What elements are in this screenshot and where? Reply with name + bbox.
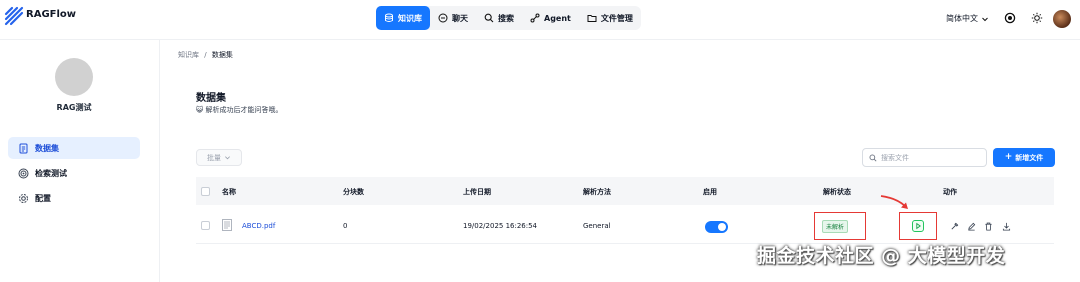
column-header-name[interactable]: 名称 [222, 187, 236, 197]
row-checkbox[interactable] [201, 221, 210, 230]
chunk-count: 0 [343, 222, 348, 230]
nav-label: 文件管理 [600, 13, 633, 23]
bulk-label: 批量 [207, 153, 221, 162]
add-file-label: 新增文件 [1015, 153, 1044, 162]
nav-chat[interactable]: 聊天 [430, 6, 476, 30]
user-avatar[interactable] [1053, 10, 1071, 28]
database-icon [385, 13, 393, 22]
column-header-enabled: 启用 [703, 188, 717, 196]
document-icon [19, 143, 28, 153]
settings-tool-icon[interactable] [950, 222, 959, 231]
top-navigation-bar: RAGFlow 知识库 聊天 搜索 Agent 文件管理 简体中文 [0, 0, 1080, 40]
nav-label: Agent [544, 13, 571, 23]
chat-icon [438, 13, 448, 23]
enabled-toggle[interactable] [705, 221, 728, 233]
ragflow-logo-icon [4, 6, 24, 26]
upload-date: 19/02/2025 16:26:54 [463, 222, 538, 230]
file-icon [222, 219, 232, 231]
language-label: 简体中文 [946, 14, 978, 23]
edit-pencil-icon[interactable] [967, 222, 976, 231]
gear-icon [19, 193, 28, 203]
download-icon[interactable] [1002, 222, 1011, 231]
github-icon[interactable] [1004, 12, 1016, 24]
annotation-arrow-icon [880, 195, 908, 209]
dataset-sidebar: RAG测试 [0, 40, 160, 282]
agent-icon [530, 13, 540, 23]
breadcrumb-separator: / [204, 51, 207, 59]
nav-file-management[interactable]: 文件管理 [579, 6, 641, 30]
sidebar-item-configuration[interactable]: 配置 [8, 187, 140, 209]
column-header-chunks[interactable]: 分块数 [343, 187, 364, 197]
nav-label: 搜索 [498, 13, 514, 23]
chevron-down-icon [982, 17, 988, 21]
app-name: RAGFlow [26, 9, 77, 20]
add-file-button[interactable]: + 新增文件 [993, 148, 1055, 167]
sidebar-item-retrieval-test[interactable]: 检索测试 [8, 162, 140, 184]
page-description: 😺 解析成功后才能问答哦。 [196, 106, 283, 114]
parse-status-badge: 未解析 [822, 220, 849, 233]
page-title: 数据集 [196, 93, 226, 104]
breadcrumb-root[interactable]: 知识库 [178, 51, 199, 59]
nav-label: 聊天 [452, 13, 468, 23]
nav-agent[interactable]: Agent [522, 6, 579, 30]
file-name-link[interactable]: ABCD.pdf [242, 222, 275, 230]
select-all-checkbox[interactable] [201, 187, 210, 196]
column-header-parse-method: 解析方法 [583, 188, 611, 196]
play-icon [916, 222, 921, 230]
file-search-box [862, 148, 987, 167]
search-icon [484, 13, 494, 23]
bulk-action-dropdown[interactable]: 批量 [196, 149, 242, 166]
nav-label: 知识库 [398, 13, 422, 23]
target-icon [18, 168, 29, 178]
main-nav: 知识库 聊天 搜索 Agent 文件管理 [376, 6, 641, 30]
sidebar-item-label: 配置 [35, 193, 51, 203]
breadcrumb: 知识库 / 数据集 [178, 50, 233, 60]
table-header [196, 177, 1054, 205]
nav-search[interactable]: 搜索 [476, 6, 522, 30]
sidebar-item-label: 检索测试 [35, 168, 67, 178]
language-selector[interactable]: 简体中文 [946, 13, 989, 24]
sun-theme-icon[interactable] [1031, 12, 1043, 24]
dataset-name: RAG测试 [56, 103, 92, 112]
trash-icon[interactable] [984, 222, 993, 231]
column-header-upload-date[interactable]: 上传日期 [463, 187, 491, 197]
folder-icon [587, 15, 597, 22]
parse-method[interactable]: General [583, 222, 611, 230]
file-search-input[interactable] [881, 153, 981, 162]
sidebar-item-label: 数据集 [35, 143, 59, 153]
column-header-actions: 动作 [943, 188, 957, 196]
column-header-parse-status: 解析状态 [823, 188, 851, 196]
dataset-avatar [55, 58, 93, 96]
plus-icon: + [1004, 152, 1013, 162]
search-icon [869, 154, 877, 162]
nav-knowledge-base[interactable]: 知识库 [376, 6, 430, 30]
breadcrumb-current: 数据集 [211, 51, 233, 59]
sidebar-item-dataset[interactable]: 数据集 [8, 137, 140, 159]
run-parse-button[interactable] [912, 220, 924, 232]
watermark-text: 掘金技术社区 @ 大模型开发 [757, 245, 1006, 267]
chevron-down-icon [225, 156, 230, 160]
